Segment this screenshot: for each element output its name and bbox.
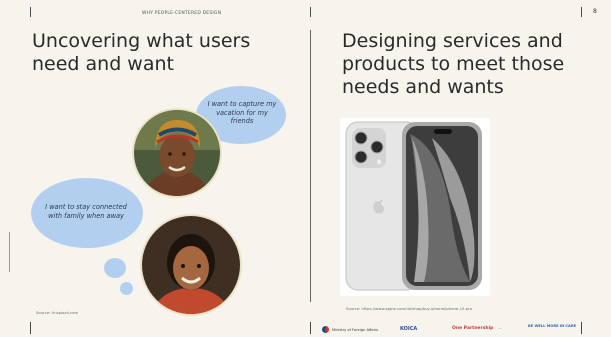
portrait-girl-image xyxy=(142,216,240,314)
top-left-divider xyxy=(30,7,31,17)
smartphone-image xyxy=(345,121,482,291)
bottom-left-divider xyxy=(30,322,31,334)
right-heading: Designing services and products to meet … xyxy=(342,30,565,99)
emblem-icon xyxy=(322,326,329,333)
top-right-divider xyxy=(581,7,582,17)
bottom-right-divider xyxy=(581,322,582,334)
speech-bubble-1-text: I want to capture my vacation for my fri… xyxy=(207,100,277,126)
speech-bubble-2-text: I want to stay connected with family whe… xyxy=(45,203,127,220)
phone-product-image xyxy=(340,118,490,296)
portrait-woman-image xyxy=(134,110,220,196)
logo-koica: KOICA xyxy=(400,326,418,332)
logo-mofa: Ministry of Foreign Affairs xyxy=(322,326,378,333)
portrait-girl xyxy=(140,214,242,316)
left-edge-line xyxy=(9,232,10,272)
logo-dash: — xyxy=(498,326,502,330)
bottom-center-divider xyxy=(310,322,311,334)
page-number: 8 xyxy=(593,8,597,15)
logo-be-well: BE WELL MORE IN CARE xyxy=(528,324,577,328)
top-center-divider xyxy=(310,7,311,17)
left-heading: Uncovering what users need and want xyxy=(32,30,251,76)
section-tag: WHY PEOPLE-CENTERED DESIGN xyxy=(142,11,222,16)
left-source: Source: Unsplash.com xyxy=(36,310,79,315)
slide: WHY PEOPLE-CENTERED DESIGN 8 Uncovering … xyxy=(0,0,611,337)
portrait-woman xyxy=(132,108,222,198)
right-source: Source: https://www.apple.com/uk/shop/bu… xyxy=(346,306,473,311)
center-divider xyxy=(310,30,311,302)
logo-one-partnership: One Partnership xyxy=(452,326,494,331)
